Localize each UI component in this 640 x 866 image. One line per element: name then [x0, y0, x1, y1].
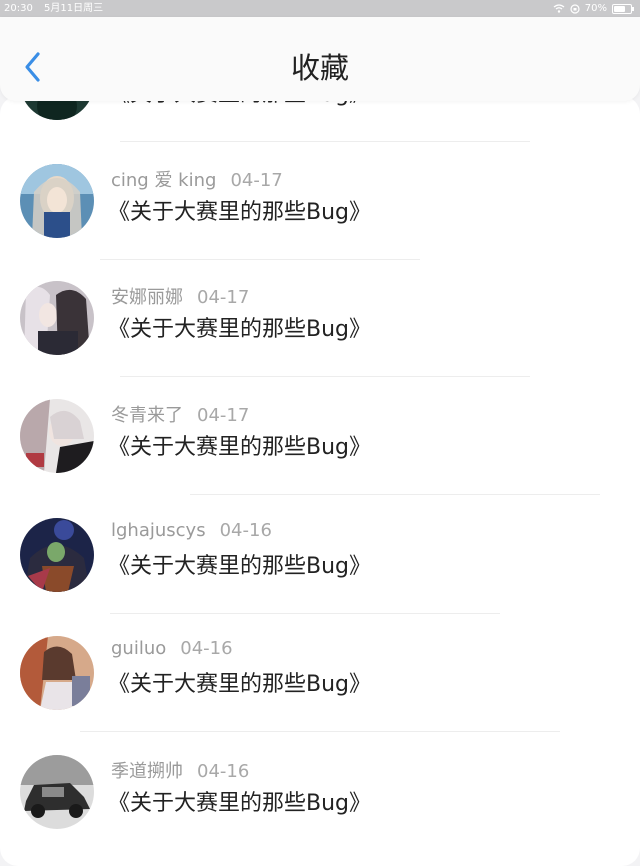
list-item[interactable]: cing 爱 king 04-17 《关于大赛里的那些Bug》 [0, 142, 640, 260]
avatar [20, 755, 94, 829]
divider [80, 731, 560, 732]
wifi-icon [553, 4, 565, 13]
list-item[interactable]: guiluo 04-16 《关于大赛里的那些Bug》 [0, 614, 640, 732]
list-item[interactable]: 季道搠帅 04-16 《关于大赛里的那些Bug》 [0, 733, 640, 851]
post-date: 04-16 [180, 638, 233, 659]
author-name: 季道搠帅 [111, 761, 183, 782]
page-title: 收藏 [290, 51, 349, 85]
battery-level [614, 5, 625, 12]
item-title: 《关于大赛里的那些Bug》 [108, 791, 372, 816]
post-date: 04-17 [197, 287, 250, 308]
item-meta: cing 爱 king 04-17 [111, 166, 283, 192]
item-meta: 冬青来了 04-17 [111, 401, 249, 427]
avatar [20, 636, 94, 710]
item-meta: guiluo 04-16 [111, 638, 233, 659]
author-name: cing 爱 king [111, 170, 217, 191]
post-date: 04-17 [230, 170, 283, 191]
item-meta: 季道搠帅 04-16 [111, 757, 249, 783]
author-name: lghajuscys [111, 520, 206, 541]
list-item[interactable]: 冬青来了 04-17 《关于大赛里的那些Bug》 [0, 377, 640, 495]
battery-percent: 70% [584, 3, 607, 14]
battery-icon [612, 3, 634, 14]
list-item[interactable]: lghajuscys 04-16 《关于大赛里的那些Bug》 [0, 496, 640, 614]
post-date: 04-16 [219, 520, 272, 541]
avatar [20, 399, 94, 473]
item-meta: lghajuscys 04-16 [111, 520, 272, 541]
author-name: 冬青来了 [111, 405, 183, 426]
post-date: 04-17 [197, 405, 250, 426]
item-title: 《关于大赛里的那些Bug》 [108, 435, 372, 460]
list-item[interactable]: 安娜丽娜 04-17 《关于大赛里的那些Bug》 [0, 259, 640, 377]
status-bar: 20:30 5月11日周三 70% [0, 0, 640, 17]
item-title: 《关于大赛里的那些Bug》 [108, 317, 372, 342]
author-name: 安娜丽娜 [111, 287, 183, 308]
item-meta: 安娜丽娜 04-17 [111, 283, 249, 309]
avatar [20, 281, 94, 355]
author-name: guiluo [111, 638, 167, 659]
divider [190, 494, 600, 495]
item-title: 《关于大赛里的那些Bug》 [108, 200, 372, 225]
nav-header: 收藏 [0, 17, 640, 101]
item-title: 《关于大赛里的那些Bug》 [108, 554, 372, 579]
avatar [20, 164, 94, 238]
avatar [20, 518, 94, 592]
status-time: 20:30 [4, 3, 33, 14]
list-item[interactable]: 《关于大赛里的那些Bug》 [0, 96, 640, 142]
post-date: 04-16 [197, 761, 250, 782]
favorites-list: 《关于大赛里的那些Bug》 cing 爱 king 04-17 《关于大赛里的那些… [0, 96, 640, 866]
item-title: 《关于大赛里的那些Bug》 [108, 672, 372, 697]
orientation-lock-icon [570, 3, 580, 14]
status-date: 5月11日周三 [44, 3, 104, 14]
